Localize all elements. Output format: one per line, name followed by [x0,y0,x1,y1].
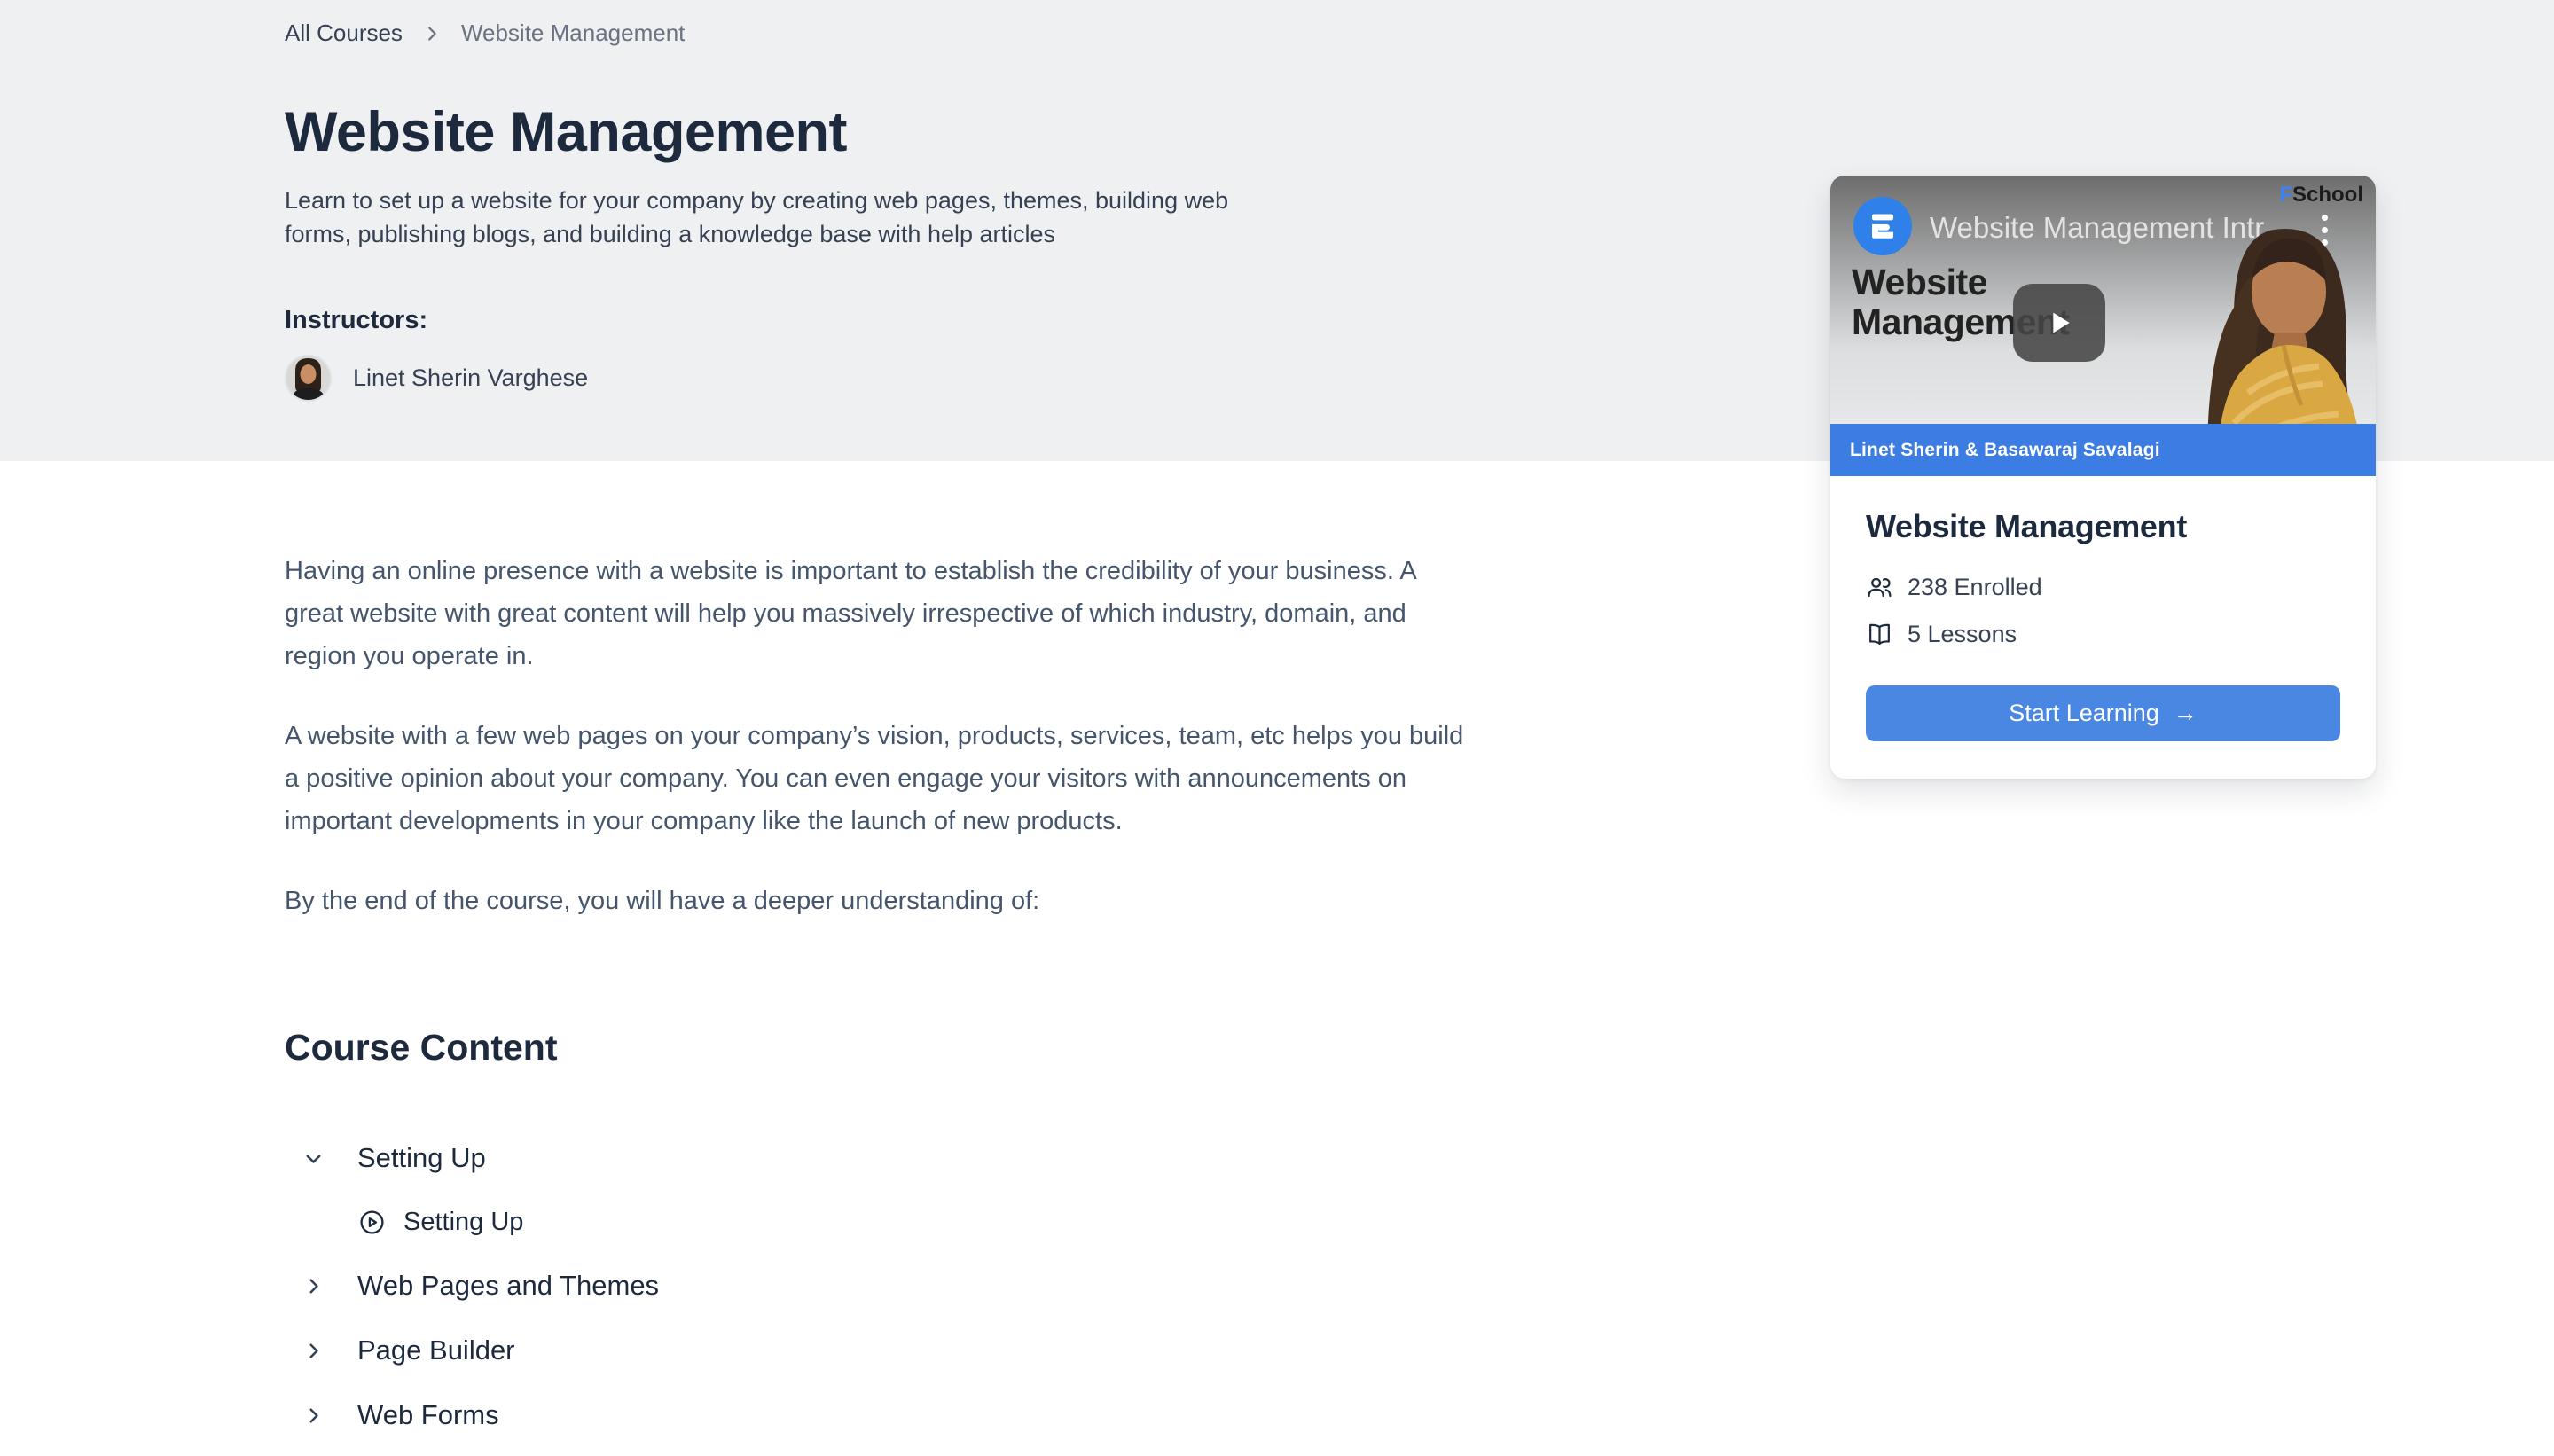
section-title: Web Forms [357,1399,499,1431]
video-thumbnail[interactable]: Website Management Intr... FSchool Websi… [1830,176,2376,476]
lessons-row: 5 Lessons [1866,621,2340,648]
lesson-title: Setting Up [403,1208,523,1237]
chevron-down-icon [302,1147,325,1170]
instructor-avatar [285,355,332,402]
instructor-name: Linet Sherin Varghese [353,364,588,392]
start-learning-button[interactable]: Start Learning → [1866,685,2340,741]
section-title: Web Pages and Themes [357,1270,659,1302]
chevron-right-icon [302,1404,325,1428]
chevron-right-icon [302,1274,325,1298]
play-button[interactable] [2013,284,2105,362]
course-content-list: Setting Up Setting Up Web Pages and Them… [285,1139,2554,1434]
chevron-right-icon [302,1339,325,1363]
course-content-heading: Course Content [285,1027,2554,1069]
fschool-watermark: FSchool [2279,183,2363,207]
users-icon [1866,574,1893,601]
breadcrumb-current-page: Website Management [461,20,685,47]
lessons-count: 5 Lessons [1908,621,2017,648]
section-title: Page Builder [357,1335,515,1366]
overview-paragraph: Having an online presence with a website… [285,550,1477,677]
overview-paragraph: By the end of the course, you will have … [285,880,1477,922]
course-card-title: Website Management [1866,508,2340,545]
page-title: Website Management [285,100,2554,164]
section-web-forms[interactable]: Web Forms [302,1397,2554,1434]
overview-paragraph: A website with a few web pages on your c… [285,715,1477,842]
course-card: Website Management Intr... FSchool Websi… [1830,176,2376,779]
book-icon [1866,621,1893,648]
video-caption: Linet Sherin & Basawaraj Savalagi [1850,440,2160,461]
channel-logo-icon [1853,197,1912,255]
section-setting-up[interactable]: Setting Up [302,1139,2554,1177]
arrow-right-icon: → [2174,700,2198,727]
enrolled-row: 238 Enrolled [1866,574,2340,601]
section-page-builder[interactable]: Page Builder [302,1332,2554,1369]
video-caption-bar: Linet Sherin & Basawaraj Savalagi [1830,424,2376,476]
play-circle-icon [358,1209,386,1236]
enrolled-count: 238 Enrolled [1908,574,2042,601]
chevron-right-icon [422,24,442,43]
breadcrumb: All Courses Website Management [285,0,2554,47]
breadcrumb-all-courses[interactable]: All Courses [285,20,403,47]
lesson-setting-up[interactable]: Setting Up [358,1204,2554,1240]
course-card-body: Website Management 238 Enrolled 5 Lesson… [1830,476,2376,779]
section-web-pages-and-themes[interactable]: Web Pages and Themes [302,1267,2554,1304]
course-description: Learn to set up a website for your compa… [285,184,1238,251]
section-title: Setting Up [357,1142,486,1174]
